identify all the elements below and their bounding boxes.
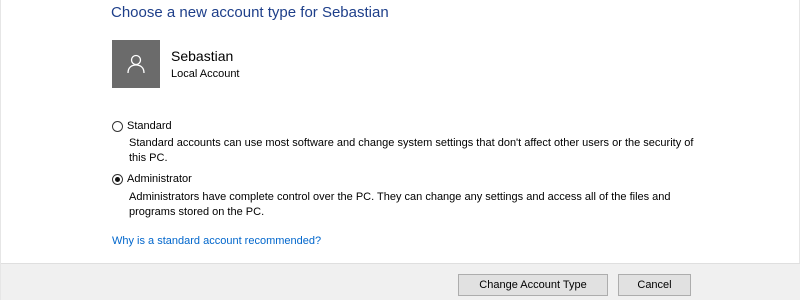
page-title: Choose a new account type for Sebastian [111,4,389,21]
change-account-type-dialog: Choose a new account type for Sebastian … [0,0,800,300]
change-account-type-button[interactable]: Change Account Type [458,274,608,296]
button-bar: Change Account Type Cancel [1,263,800,300]
radio-label-standard: Standard [127,120,172,132]
account-type: Local Account [171,68,240,80]
radio-button-administrator[interactable] [112,173,123,185]
standard-account-help-link[interactable]: Why is a standard account recommended? [112,235,321,247]
account-name: Sebastian [171,48,234,64]
avatar [112,40,160,88]
radio-button-standard[interactable] [112,120,123,132]
radio-administrator[interactable]: Administrator [112,173,192,185]
user-icon [127,54,145,74]
cancel-button[interactable]: Cancel [618,274,691,296]
administrator-description: Administrators have complete control ove… [129,191,671,218]
standard-description: Standard accounts can use most software … [129,137,694,164]
radio-standard[interactable]: Standard [112,120,172,132]
radio-label-administrator: Administrator [127,173,192,185]
